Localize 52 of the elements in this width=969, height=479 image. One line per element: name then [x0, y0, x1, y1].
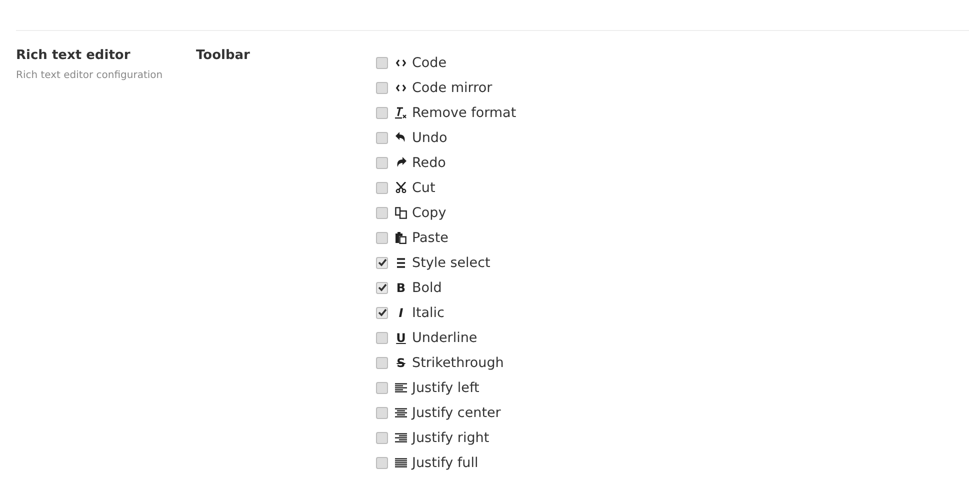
section-description: Rich text editor configuration	[16, 70, 164, 81]
code-icon	[394, 58, 408, 66]
section-title: Rich text editor	[16, 48, 132, 63]
option-label: Justify left	[412, 380, 480, 396]
option-label: Italic	[412, 304, 444, 320]
format-icon: I	[394, 306, 408, 318]
option-label: Code	[412, 54, 447, 70]
copy-icon	[394, 206, 408, 218]
checkbox[interactable]	[376, 106, 388, 118]
checkbox[interactable]	[376, 306, 388, 318]
checkbox[interactable]	[376, 282, 388, 294]
list-icon	[394, 258, 408, 268]
option-label: Undo	[412, 130, 448, 146]
checkbox[interactable]	[376, 56, 388, 68]
checkbox[interactable]	[376, 382, 388, 394]
format-icon: B	[394, 282, 408, 294]
align-icon	[394, 408, 408, 418]
align-icon	[394, 432, 408, 442]
checkbox[interactable]	[376, 206, 388, 218]
option-label: Paste	[412, 230, 448, 246]
code-icon	[394, 84, 408, 92]
option-label: Copy	[412, 204, 446, 220]
field-label: Toolbar	[196, 48, 251, 63]
checkbox[interactable]	[376, 156, 388, 168]
option-label: Style select	[412, 254, 490, 270]
paste-icon	[394, 232, 408, 244]
option-label: Justify center	[412, 404, 501, 420]
scissors-icon	[394, 182, 408, 193]
clear-format-icon	[394, 106, 408, 118]
option-label: Bold	[412, 280, 442, 296]
checkbox[interactable]	[376, 406, 388, 418]
checkbox[interactable]	[376, 432, 388, 444]
format-icon: U	[394, 332, 408, 344]
option-label: Justify right	[412, 430, 490, 446]
format-icon: S	[394, 356, 408, 368]
checkbox[interactable]	[376, 232, 388, 244]
option-label: Cut	[412, 180, 436, 196]
option-label: Code mirror	[412, 80, 492, 96]
option-label: Justify full	[412, 454, 478, 470]
option-label: Underline	[412, 330, 478, 346]
checkbox[interactable]	[376, 256, 388, 268]
align-icon	[394, 382, 408, 392]
checkbox[interactable]	[376, 456, 388, 468]
checkbox[interactable]	[376, 182, 388, 194]
align-icon	[394, 458, 408, 468]
checkbox[interactable]	[376, 356, 388, 368]
option-label: Remove format	[412, 104, 516, 120]
checkbox[interactable]	[376, 82, 388, 94]
checkbox[interactable]	[376, 132, 388, 144]
checkbox[interactable]	[376, 332, 388, 344]
option-label: Strikethrough	[412, 354, 504, 370]
option-label: Redo	[412, 154, 446, 170]
